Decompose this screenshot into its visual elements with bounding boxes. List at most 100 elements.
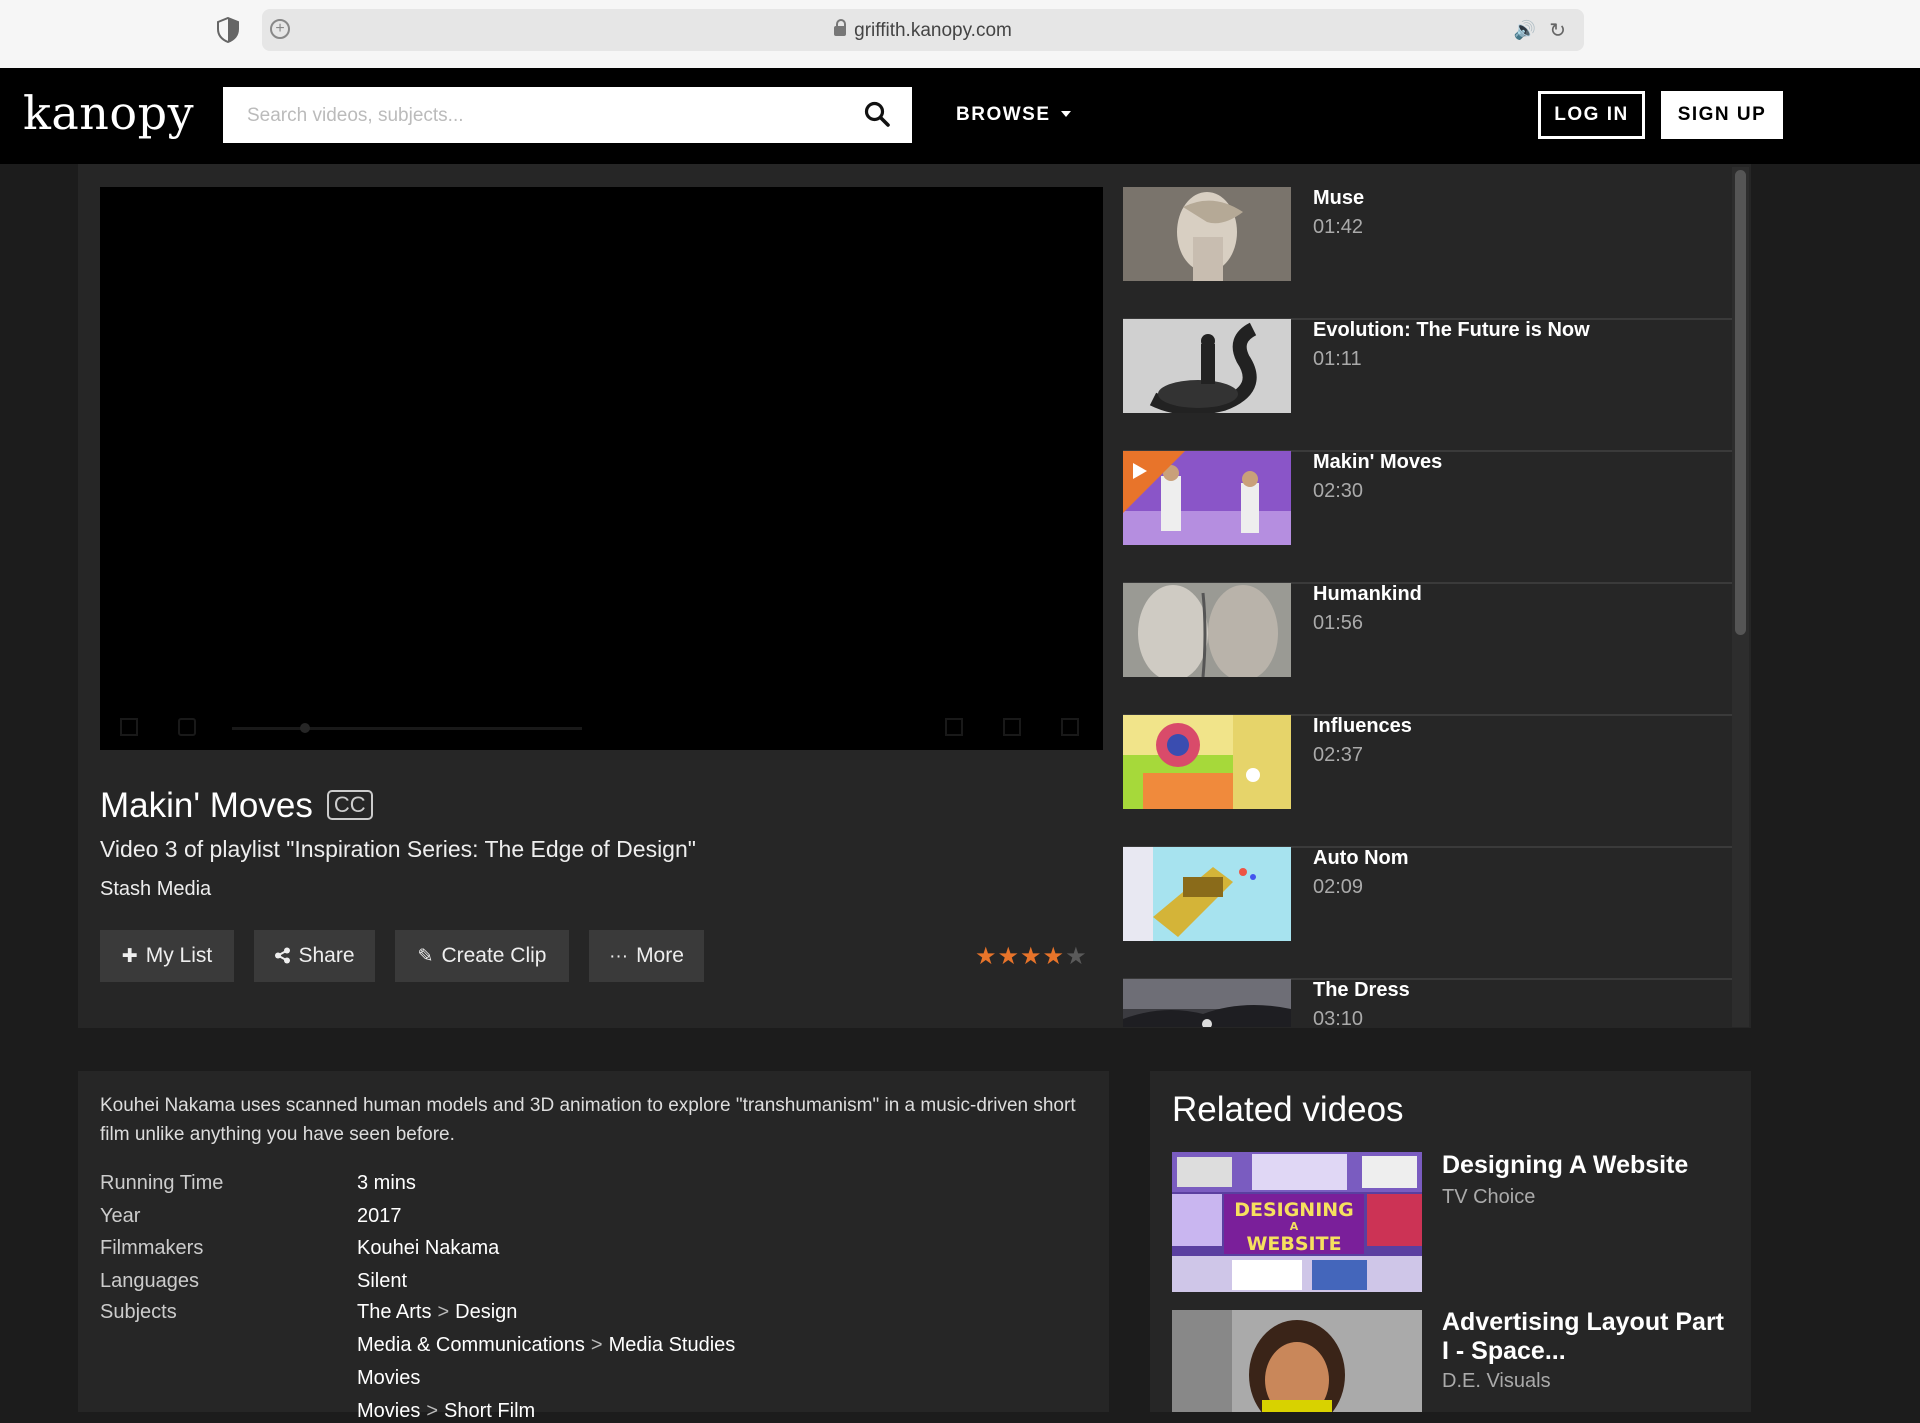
video-description: Kouhei Nakama uses scanned human models … (100, 1095, 1076, 1145)
thumb-text-line1: DESIGNING (1234, 1199, 1354, 1221)
languages-value: Silent (357, 1270, 408, 1292)
designing-website-thumbnail: DESIGNING A WEBSITE (1172, 1152, 1422, 1292)
playlist-thumbnail[interactable] (1123, 451, 1291, 545)
star-icon[interactable]: ★ (1020, 943, 1043, 970)
year-label: Year (100, 1205, 141, 1227)
producer-link[interactable]: Stash Media (100, 878, 211, 901)
create-clip-button[interactable]: ✎ Create Clip (395, 930, 569, 982)
search-input[interactable] (245, 87, 849, 145)
playlist-thumbnail[interactable] (1123, 979, 1291, 1027)
playlist-item-title[interactable]: Humankind (1313, 583, 1422, 606)
browser-chrome: griffith.kanopy.com 🔊 ↻ + (0, 0, 1920, 69)
playlist-item-duration: 03:10 (1313, 1008, 1364, 1027)
pip-icon[interactable] (1003, 718, 1021, 736)
more-button[interactable]: ··· More (589, 930, 704, 982)
thumb-text-line2: A (1290, 1220, 1299, 1233)
related-producer: D.E. Visuals (1442, 1370, 1551, 1392)
progress-bar[interactable] (232, 727, 582, 730)
login-button[interactable]: LOG IN (1538, 91, 1645, 139)
pause-icon[interactable] (120, 718, 138, 736)
playlist-item[interactable]: Auto Nom 02:09 (1123, 847, 1733, 980)
privacy-shield-icon[interactable] (216, 17, 240, 43)
playlist-item-title[interactable]: Auto Nom (1313, 847, 1409, 870)
playlist-item-title[interactable]: Makin' Moves (1313, 451, 1442, 474)
playlist-item[interactable]: The Dress 03:10 (1123, 979, 1733, 1027)
playlist-item-duration: 02:30 (1313, 480, 1364, 502)
playlist: Muse 01:42 Evolution: The Future is Now 01:… (1123, 187, 1733, 1027)
playlist-item-duration: 02:09 (1313, 876, 1364, 898)
advertising-layout-thumbnail (1172, 1310, 1422, 1412)
search-icon[interactable] (864, 101, 890, 127)
lock-icon (834, 19, 847, 36)
playlist-item-duration: 02:37 (1313, 744, 1364, 766)
url-bar[interactable]: griffith.kanopy.com 🔊 ↻ (262, 9, 1584, 51)
playlist-thumbnail[interactable] (1123, 583, 1291, 681)
related-thumb-advertising-layout[interactable] (1172, 1310, 1422, 1412)
share-icon (275, 947, 291, 964)
video-player[interactable] (100, 187, 1103, 750)
related-title-link[interactable]: Designing A Website (1442, 1151, 1732, 1180)
playlist-item-duration: 01:42 (1313, 216, 1364, 238)
kanopy-logo[interactable]: kanopy (23, 86, 194, 140)
speaker-icon[interactable]: 🔊 (1514, 20, 1536, 41)
star-icon[interactable]: ★ (1043, 943, 1066, 970)
running-time-value: 3 mins (357, 1172, 416, 1194)
site-header: kanopy BROWSE LOG IN SIGN UP (0, 68, 1920, 164)
reload-icon[interactable]: ↻ (1549, 18, 1566, 43)
signup-button[interactable]: SIGN UP (1661, 91, 1783, 139)
url-text: griffith.kanopy.com (262, 19, 1584, 42)
playlist-item[interactable]: Influences 02:37 (1123, 715, 1733, 848)
star-rating[interactable]: ★★★★★ (975, 942, 1088, 971)
playlist-item-title[interactable]: Influences (1313, 715, 1412, 738)
new-tab-icon[interactable]: + (270, 19, 290, 39)
speed-icon[interactable] (945, 718, 963, 736)
filmmakers-link[interactable]: Kouhei Nakama (357, 1237, 499, 1260)
related-producer: TV Choice (1442, 1186, 1536, 1208)
play-icon (1133, 463, 1147, 479)
playlist-item[interactable]: Humankind 01:56 (1123, 583, 1733, 716)
volume-icon[interactable] (178, 718, 196, 736)
subject-link[interactable]: Movies (357, 1367, 420, 1390)
playlist-item-title[interactable]: The Dress (1313, 979, 1410, 1002)
subjects-label: Subjects (100, 1301, 177, 1323)
ellipsis-icon: ··· (609, 946, 629, 967)
languages-label: Languages (100, 1270, 199, 1292)
related-thumb-designing-website[interactable]: DESIGNING A WEBSITE (1172, 1152, 1422, 1292)
progress-handle[interactable] (300, 723, 310, 733)
playlist-thumbnail[interactable] (1123, 715, 1291, 809)
running-time-label: Running Time (100, 1172, 224, 1194)
subject-link[interactable]: Media & Communications > Media Studies (357, 1334, 735, 1357)
edit-icon: ✎ (417, 946, 434, 967)
subject-link[interactable]: The Arts > Design (357, 1301, 517, 1324)
star-icon[interactable]: ★ (975, 943, 998, 970)
related-title-link[interactable]: Advertising Layout Part I - Space... (1442, 1308, 1732, 1366)
share-button[interactable]: Share (254, 930, 375, 982)
playlist-thumbnail[interactable] (1123, 187, 1291, 281)
playlist-thumbnail[interactable] (1123, 319, 1291, 415)
now-playing-marker (1123, 451, 1185, 513)
playlist-item-duration: 01:56 (1313, 612, 1364, 634)
playlist-item[interactable]: Muse 01:42 (1123, 187, 1733, 320)
video-title: Makin' Moves CC (100, 786, 373, 826)
star-icon[interactable]: ★ (1065, 943, 1088, 970)
filmmakers-label: Filmmakers (100, 1237, 204, 1259)
my-list-button[interactable]: ✚ My List (100, 930, 234, 982)
search-box (223, 87, 912, 145)
cc-badge: CC (326, 790, 373, 820)
star-icon[interactable]: ★ (998, 943, 1021, 970)
playlist-item[interactable]: Makin' Moves 02:30 (1123, 451, 1733, 584)
player-controls (100, 706, 1103, 750)
playlist-item-duration: 01:11 (1313, 348, 1362, 370)
playlist-item-title[interactable]: Evolution: The Future is Now (1313, 319, 1590, 342)
browse-menu[interactable]: BROWSE (956, 104, 1071, 126)
thumb-text-line3: WEBSITE (1246, 1233, 1341, 1255)
playlist-item-title[interactable]: Muse (1313, 187, 1364, 210)
caret-down-icon (1060, 111, 1071, 117)
fullscreen-icon[interactable] (1061, 718, 1079, 736)
playlist-scroll-thumb[interactable] (1735, 170, 1746, 635)
playlist-info: Video 3 of playlist "Inspiration Series:… (100, 836, 696, 862)
related-title: Related videos (1172, 1090, 1404, 1129)
year-value: 2017 (357, 1205, 402, 1227)
playlist-thumbnail[interactable] (1123, 847, 1291, 941)
playlist-item[interactable]: Evolution: The Future is Now 01:11 (1123, 319, 1733, 452)
